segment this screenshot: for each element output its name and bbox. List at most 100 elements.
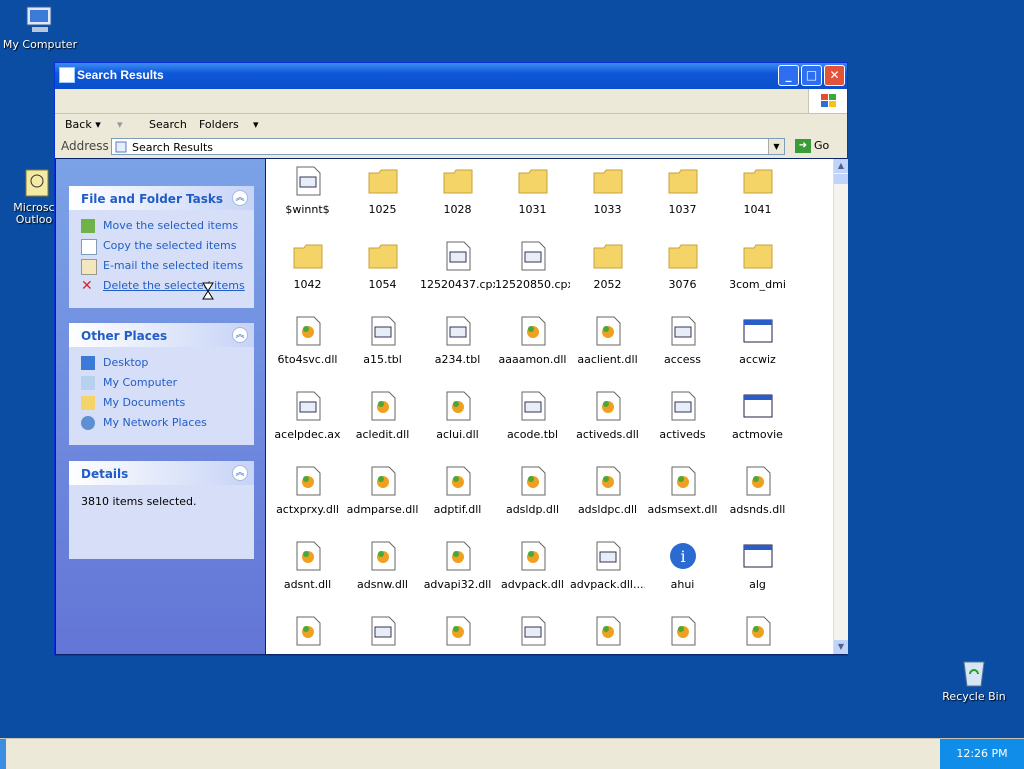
delete-x-icon: ✕ [81, 278, 93, 294]
file-name: aaaamon.dll [498, 353, 567, 366]
collapse-chevron-icon[interactable]: ︽ [232, 327, 248, 343]
file-item[interactable]: activeds.dll [570, 384, 645, 454]
file-item[interactable]: 2052 [570, 234, 645, 304]
maximize-button[interactable]: □ [801, 65, 822, 86]
forward-button[interactable]: ▾ [117, 118, 123, 131]
file-item[interactable]: api-ms-win... [645, 609, 720, 654]
file-item[interactable]: 1025 [345, 159, 420, 229]
file-item[interactable]: a15.tbl [345, 309, 420, 379]
search-button[interactable]: Search [149, 118, 187, 131]
file-name: api-ms-win... [645, 653, 720, 654]
scroll-thumb[interactable] [834, 174, 848, 184]
move-icon [81, 219, 95, 233]
file-item[interactable]: adsldp.dll [495, 459, 570, 529]
file-item[interactable]: 6to4svc.dll [270, 309, 345, 379]
file-item[interactable]: alg [720, 534, 795, 604]
address-input[interactable]: Search Results ▼ [111, 138, 785, 155]
file-item[interactable]: advpack.dll [495, 534, 570, 604]
file-item[interactable]: apci [495, 609, 570, 654]
file-item[interactable]: admparse.dll [345, 459, 420, 529]
copy-items-link[interactable]: Copy the selected items [69, 236, 254, 256]
title-bar[interactable]: Search Results _ □ ✕ [55, 63, 847, 89]
my-computer-link[interactable]: My Computer [69, 373, 254, 393]
file-item[interactable]: adsnds.dll [720, 459, 795, 529]
file-item[interactable]: advapi32.dll [420, 534, 495, 604]
doc-icon [442, 315, 474, 347]
folder-icon [592, 240, 624, 272]
file-item[interactable]: 1037 [645, 159, 720, 229]
file-item[interactable]: access [645, 309, 720, 379]
file-item[interactable]: 1042 [270, 234, 345, 304]
file-item[interactable]: aclui.dll [420, 384, 495, 454]
back-button[interactable]: Back ▾ [65, 118, 101, 131]
views-button[interactable]: ▾ [253, 118, 259, 131]
collapse-chevron-icon[interactable]: ︽ [232, 190, 248, 206]
file-item[interactable]: alrsvc.dll [270, 609, 345, 654]
file-item[interactable]: aaclient.dll [570, 309, 645, 379]
panel-header[interactable]: Other Places ︽ [69, 323, 254, 347]
file-item[interactable]: 3com_dmi [720, 234, 795, 304]
file-item[interactable]: actmovie [720, 384, 795, 454]
desktop-link[interactable]: Desktop [69, 353, 254, 373]
address-label: Address [61, 139, 109, 153]
file-item[interactable]: adptif.dll [420, 459, 495, 529]
email-items-link[interactable]: E-mail the selected items [69, 256, 254, 276]
scroll-down-button[interactable]: ▼ [834, 640, 848, 654]
file-item[interactable]: acledit.dll [345, 384, 420, 454]
search-results-icon [59, 67, 75, 83]
file-item[interactable]: apcups.dll [570, 609, 645, 654]
panel-header[interactable]: Details ︽ [69, 461, 254, 485]
desktop-icon-my-computer[interactable]: My Computer [0, 4, 80, 51]
close-button[interactable]: ✕ [824, 65, 845, 86]
file-item[interactable]: 1054 [345, 234, 420, 304]
file-item[interactable]: adsldpc.dll [570, 459, 645, 529]
collapse-chevron-icon[interactable]: ︽ [232, 465, 248, 481]
doc-icon [517, 240, 549, 272]
copy-icon [81, 239, 97, 255]
file-item[interactable]: accwiz [720, 309, 795, 379]
desktop-icon-recycle-bin[interactable]: Recycle Bin [934, 656, 1014, 703]
file-item[interactable]: 12520437.cpx [420, 234, 495, 304]
file-item[interactable]: acode.tbl [495, 384, 570, 454]
desktop-icon-label: My Computer [2, 38, 78, 51]
file-item[interactable]: adsmsext.dll [645, 459, 720, 529]
move-items-link[interactable]: Move the selected items [69, 216, 254, 236]
my-documents-link[interactable]: My Documents [69, 393, 254, 413]
file-item[interactable]: amstream.dll [420, 609, 495, 654]
minimize-button[interactable]: _ [778, 65, 799, 86]
file-item[interactable]: $winnt$ [270, 159, 345, 229]
address-dropdown-button[interactable]: ▼ [768, 139, 784, 154]
clock[interactable]: 12:26 PM [956, 747, 1007, 760]
dll-icon [442, 615, 474, 647]
file-item[interactable]: adsnw.dll [345, 534, 420, 604]
file-item[interactable]: 1041 [720, 159, 795, 229]
file-item[interactable]: advpack.dll.... [570, 534, 645, 604]
panel-header[interactable]: File and Folder Tasks ︽ [69, 186, 254, 210]
my-network-places-link[interactable]: My Network Places [69, 413, 254, 433]
file-item[interactable]: adsnt.dll [270, 534, 345, 604]
scroll-up-button[interactable]: ▲ [834, 159, 848, 173]
file-item[interactable]: 1033 [570, 159, 645, 229]
start-button-edge[interactable] [0, 739, 6, 769]
vertical-scrollbar[interactable]: ▲ ▼ [833, 159, 848, 654]
file-item[interactable]: 3076 [645, 234, 720, 304]
file-item[interactable]: a234.tbl [420, 309, 495, 379]
file-item[interactable]: 1028 [420, 159, 495, 229]
file-item[interactable]: i ahui [645, 534, 720, 604]
file-name: accwiz [739, 353, 776, 366]
file-name: acelpdec.ax [274, 428, 341, 441]
folders-button[interactable]: Folders [199, 118, 239, 131]
go-button[interactable]: ➜ Go [795, 139, 829, 153]
file-item[interactable]: actxprxy.dll [270, 459, 345, 529]
file-item[interactable]: activeds [645, 384, 720, 454]
file-item[interactable]: api-ms-win... [720, 609, 795, 654]
file-item[interactable]: aaaamon.dll [495, 309, 570, 379]
file-item[interactable]: 1031 [495, 159, 570, 229]
file-name: activeds [659, 428, 706, 441]
file-item[interactable]: 12520850.cpx [495, 234, 570, 304]
file-item[interactable]: amcompat [345, 609, 420, 654]
folder-icon [667, 165, 699, 197]
file-item[interactable]: acelpdec.ax [270, 384, 345, 454]
file-name: adsldp.dll [505, 503, 560, 516]
delete-items-link[interactable]: ✕ Delete the selected items [69, 276, 254, 296]
